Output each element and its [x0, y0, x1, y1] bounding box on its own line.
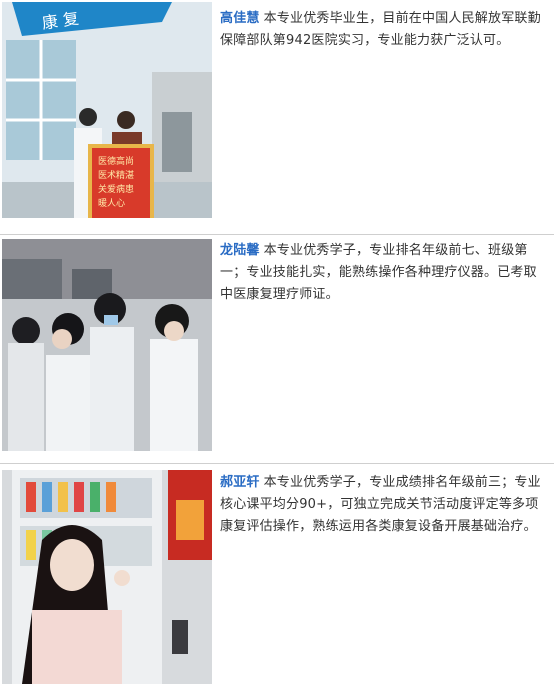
student-photo-1: 康 复 医德高尚 医术精湛 关爱病患 暖人心 — [2, 2, 212, 218]
student-card-3: 郝亚轩 本专业优秀学子，专业成绩排名年级前三；专业核心课平均分90+，可独立完成关… — [0, 463, 554, 685]
banner-line-2: 医术精湛 — [98, 169, 134, 181]
student-text-1: 高佳慧 本专业优秀毕业生，目前在中国人民解放军联勤保障部队第942医院实习，专业能… — [220, 8, 548, 52]
student-text-3: 郝亚轩 本专业优秀学子，专业成绩排名年级前三；专业核心课平均分90+，可独立完成关… — [220, 472, 548, 538]
student-name-1: 高佳慧 — [220, 11, 260, 26]
student-desc-1: 本专业优秀毕业生，目前在中国人民解放军联勤保障部队第942医院实习，专业能力获广… — [220, 11, 541, 48]
student-photo-3 — [2, 470, 212, 684]
student-text-2: 龙陆馨 本专业优秀学子，专业排名年级前七、班级第一；专业技能扎实，能熟练操作各种理… — [220, 240, 548, 306]
banner-line-1: 医德高尚 — [98, 155, 134, 167]
student-card-1: 康 复 医德高尚 医术精湛 关爱病患 暖人心 高佳慧 本专业优秀毕业生，目前在中… — [0, 0, 554, 226]
student-name-2: 龙陆馨 — [220, 243, 260, 258]
banner-line-4: 暖人心 — [98, 197, 125, 209]
banner-line-3: 关爱病患 — [98, 183, 134, 195]
student-card-2: 龙陆馨 本专业优秀学子，专业排名年级前七、班级第一；专业技能扎实，能熟练操作各种理… — [0, 234, 554, 456]
student-desc-2: 本专业优秀学子，专业排名年级前七、班级第一；专业技能扎实，能熟练操作各种理疗仪器… — [220, 243, 537, 302]
student-photo-2 — [2, 239, 212, 451]
student-desc-3: 本专业优秀学子，专业成绩排名年级前三；专业核心课平均分90+，可独立完成关节活动… — [220, 475, 541, 534]
student-name-3: 郝亚轩 — [220, 475, 260, 490]
